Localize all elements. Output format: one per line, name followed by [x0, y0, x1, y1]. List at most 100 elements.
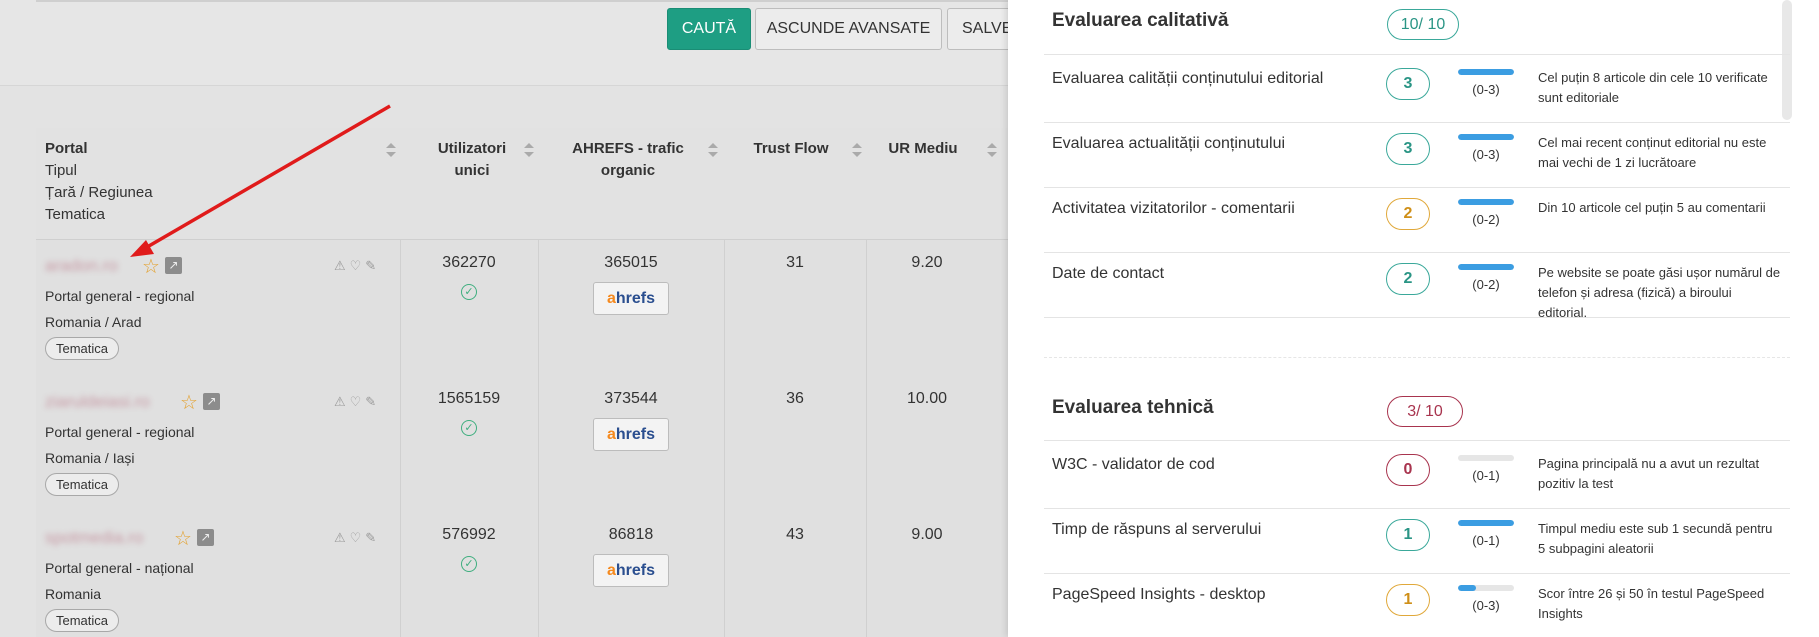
ahrefs-value: 86818	[608, 526, 654, 543]
users-value: 576992	[442, 526, 496, 543]
criterion-range: (0-2)	[1472, 277, 1500, 292]
star-icon[interactable]: ☆	[174, 526, 192, 551]
verified-icon: ✓	[461, 420, 477, 436]
criterion-range: (0-3)	[1472, 598, 1500, 613]
ur-value: 9.20	[911, 254, 943, 271]
ahrefs-logo-a: a	[606, 426, 616, 443]
panel-scrollbar[interactable]	[1782, 0, 1792, 120]
users-value: 362270	[442, 254, 496, 271]
save-button[interactable]: SALVE	[947, 8, 1017, 50]
criterion-progress-bar	[1458, 585, 1514, 591]
sort-icon[interactable]	[524, 143, 534, 157]
column-header-ahrefs[interactable]: AHREFS - trafic organic	[556, 138, 700, 182]
star-icon[interactable]: ☆	[142, 254, 160, 279]
criterion-progress-bar	[1458, 455, 1514, 461]
results-area: CAUTĂ ASCUNDE AVANSATE SALVE Portal Tipu…	[0, 0, 1017, 637]
external-link-icon[interactable]: ↗	[203, 393, 220, 410]
divider	[1044, 508, 1790, 509]
header-portal-type: Tipul	[45, 162, 77, 179]
column-header-users[interactable]: Utilizatori unici	[420, 138, 524, 182]
progress-fill	[1458, 199, 1514, 205]
row-actions-icons[interactable]: ⚠♡✎	[334, 530, 380, 546]
divider	[1044, 573, 1790, 574]
progress-fill	[1458, 264, 1514, 270]
criterion-score-pill: 2	[1386, 198, 1430, 230]
table-header: Portal Tipul Țară / Regiunea Tematica Ut…	[36, 128, 1008, 240]
portal-type: Portal general - regional	[45, 288, 195, 304]
sort-icon[interactable]	[987, 143, 997, 157]
ahrefs-logo-a: a	[606, 290, 616, 307]
criterion-label: Evaluarea calității conținutului editori…	[1052, 70, 1324, 87]
ahrefs-button[interactable]: ahrefs	[593, 282, 669, 315]
criterion-score-pill: 3	[1386, 68, 1430, 100]
external-link-icon[interactable]: ↗	[197, 529, 214, 546]
divider	[1044, 122, 1790, 123]
ahrefs-button[interactable]: ahrefs	[593, 554, 669, 587]
qualitative-score-badge: 10/ 10	[1387, 9, 1459, 40]
divider	[1044, 252, 1790, 253]
column-header-trust-flow[interactable]: Trust Flow	[736, 138, 846, 160]
search-button[interactable]: CAUTĂ	[667, 8, 751, 50]
portal-link[interactable]: ziaruldeiasi.ro	[45, 392, 150, 412]
progress-fill	[1458, 520, 1514, 526]
header-portal-topic: Tematica	[45, 206, 106, 223]
criterion-range: (0-2)	[1472, 212, 1500, 227]
divider	[1044, 187, 1790, 188]
criterion-range: (0-3)	[1472, 82, 1500, 97]
criterion-label: Timp de răspuns al serverului	[1052, 521, 1262, 538]
qualitative-title: Evaluarea calitativă	[1052, 10, 1229, 31]
sort-icon[interactable]	[386, 143, 396, 157]
criterion-score-pill: 0	[1386, 454, 1430, 486]
ahrefs-logo-rest: hrefs	[615, 290, 656, 307]
topic-tag[interactable]: Tematica	[45, 609, 120, 632]
criterion-score-pill: 3	[1386, 133, 1430, 165]
trust-flow-value: 43	[786, 526, 804, 543]
portal-type: Portal general - național	[45, 560, 194, 576]
topic-tag[interactable]: Tematica	[45, 473, 120, 496]
divider	[1044, 54, 1790, 55]
sort-icon[interactable]	[708, 143, 718, 157]
criterion-note: Cel puțin 8 articole din cele 10 verific…	[1538, 70, 1768, 105]
criterion-note: Pagina principală nu a avut un rezultat …	[1538, 456, 1760, 491]
criterion-progress-bar	[1458, 134, 1514, 140]
criterion-note: Scor între 26 și 50 în testul PageSpeed …	[1538, 586, 1765, 621]
toolbar-edge	[36, 0, 1008, 3]
sort-icon[interactable]	[852, 143, 862, 157]
criterion-progress-bar	[1458, 520, 1514, 526]
column-header-ur[interactable]: UR Mediu	[878, 138, 968, 160]
portal-link[interactable]: aradon.ro	[45, 256, 118, 276]
criterion-label: W3C - validator de cod	[1052, 456, 1215, 473]
technical-score-badge: 3/ 10	[1387, 396, 1463, 427]
trust-flow-value: 31	[786, 254, 804, 271]
progress-fill	[1458, 69, 1514, 75]
topic-tag[interactable]: Tematica	[45, 337, 120, 360]
row-actions-icons[interactable]: ⚠♡✎	[334, 258, 380, 274]
star-icon[interactable]: ☆	[180, 390, 198, 415]
header-portal-country: Țară / Regiunea	[45, 184, 153, 201]
external-link-icon[interactable]: ↗	[165, 257, 182, 274]
criterion-progress-bar	[1458, 199, 1514, 205]
hide-advanced-button[interactable]: ASCUNDE AVANSATE	[755, 8, 942, 50]
criterion-label: Date de contact	[1052, 265, 1165, 282]
row-actions-icons[interactable]: ⚠♡✎	[334, 394, 380, 410]
progress-fill	[1458, 585, 1477, 591]
criterion-progress-bar	[1458, 69, 1514, 75]
users-value: 1565159	[437, 390, 501, 407]
ahrefs-logo-rest: hrefs	[615, 562, 656, 579]
portal-location: Romania / Arad	[45, 314, 142, 330]
criterion-note: Din 10 articole cel puțin 5 au comentari…	[1538, 200, 1766, 215]
criterion-score-pill: 1	[1386, 519, 1430, 551]
criterion-score-pill: 2	[1386, 263, 1430, 295]
criterion-label: Activitatea vizitatorilor - comentarii	[1052, 200, 1295, 217]
portal-link[interactable]: spotmedia.ro	[45, 528, 143, 548]
ur-value: 10.00	[906, 390, 948, 407]
criterion-progress-bar	[1458, 264, 1514, 270]
criterion-range: (0-1)	[1472, 468, 1500, 483]
criterion-note: Timpul mediu este sub 1 secundă pentru 5…	[1538, 521, 1773, 556]
column-header-portal[interactable]: Portal Tipul Țară / Regiunea Tematica	[45, 138, 153, 226]
header-portal-label: Portal	[45, 140, 88, 157]
divider	[1044, 317, 1790, 318]
ahrefs-button[interactable]: ahrefs	[593, 418, 669, 451]
portal-type: Portal general - regional	[45, 424, 195, 440]
criterion-label: Evaluarea actualității conținutului	[1052, 135, 1286, 152]
